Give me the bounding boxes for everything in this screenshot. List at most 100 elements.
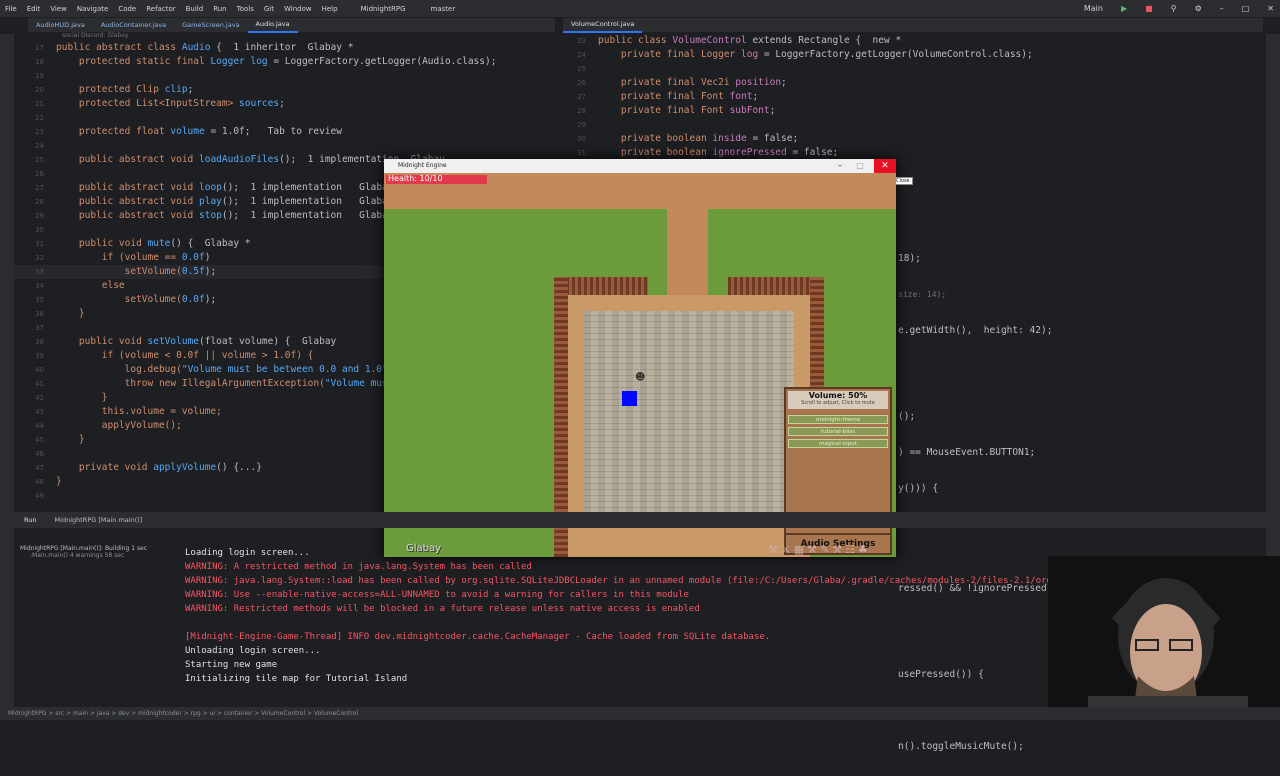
line-number: 18 — [35, 58, 44, 66]
line-number: 30 — [35, 226, 44, 234]
line-number: 32 — [35, 254, 44, 262]
code-line: protected static final Logger log = Logg… — [56, 56, 497, 67]
code-line: protected float volume = 1.0f; Tab to re… — [56, 126, 342, 137]
track-item[interactable]: tutorial-bliss — [788, 427, 888, 436]
menu-refactor[interactable]: Refactor — [141, 5, 180, 13]
maximize-icon[interactable]: □ — [1242, 4, 1250, 13]
line-number: 28 — [35, 198, 44, 206]
streamer-image — [1048, 556, 1280, 720]
line-number: 22 — [35, 114, 44, 122]
stone-texture — [584, 311, 794, 519]
menu-file[interactable]: File — [0, 5, 22, 13]
npc-sprite[interactable]: ☻ — [635, 373, 645, 387]
run-tree-item[interactable]: :Main.main() 4 warnings 58 sec — [30, 552, 175, 559]
menu-git[interactable]: Git — [259, 5, 279, 13]
right-code-lines: public class VolumeControl extends Recta… — [598, 34, 1033, 174]
player-sprite — [622, 391, 637, 406]
audio-settings-panel[interactable]: Volume: 50% Scroll to adjust, Click to m… — [784, 387, 892, 555]
game-window[interactable]: Midnight Engine – □ ✕ Close ☻ Health: 10… — [384, 159, 913, 557]
line-number: 46 — [35, 450, 44, 458]
line-number: 41 — [35, 380, 44, 388]
menu-build[interactable]: Build — [181, 5, 209, 13]
line-number: 26 — [35, 170, 44, 178]
run-tree: MidnightRPG [Main.main()]: Building 1 se… — [20, 545, 175, 559]
line-number: 17 — [35, 44, 44, 52]
run-icon[interactable]: ▶ — [1121, 4, 1127, 13]
left-tool-strip — [0, 34, 14, 707]
menu-bar: File Edit View Navigate Code Refactor Bu… — [0, 0, 1280, 17]
game-viewport[interactable]: ☻ Health: 10/10 Volume: 50% Scroll to ad… — [384, 173, 896, 557]
tab-audiocontainer[interactable]: AudioContainer.java — [93, 18, 174, 32]
menu-help[interactable]: Help — [317, 5, 343, 13]
track-item[interactable]: midnight-theme — [788, 415, 888, 424]
menu-tools[interactable]: Tools — [232, 5, 259, 13]
line-number: 31 — [577, 149, 586, 157]
close-button[interactable]: ✕ — [874, 159, 896, 173]
game-titlebar[interactable]: Midnight Engine – □ ✕ — [384, 159, 896, 173]
maximize-icon[interactable]: □ — [852, 159, 868, 173]
console-line: WARNING: Use --enable-native-access=ALL-… — [185, 590, 689, 600]
line-number: 47 — [35, 464, 44, 472]
branch-selector[interactable]: master — [426, 5, 461, 13]
line-number: 30 — [577, 135, 586, 143]
line-number: 37 — [35, 324, 44, 332]
tab-gamescreen[interactable]: GameScreen.java — [174, 18, 247, 32]
tab-volumecontrol[interactable]: VolumeControl.java — [563, 17, 643, 33]
menu-code[interactable]: Code — [113, 5, 141, 13]
console-line: Loading login screen... — [185, 548, 310, 558]
line-number: 28 — [577, 107, 586, 115]
menu-edit[interactable]: Edit — [22, 5, 46, 13]
run-tab[interactable]: Run — [24, 516, 36, 524]
menu-view[interactable]: View — [45, 5, 72, 13]
line-number: 25 — [577, 65, 586, 73]
close-icon[interactable]: ✕ — [1267, 4, 1274, 13]
run-config-tab[interactable]: MidnightRPG [Main.main()] — [55, 516, 143, 524]
run-toolbar: Run MidnightRPG [Main.main()] — [0, 512, 1280, 528]
menu-navigate[interactable]: Navigate — [72, 5, 113, 13]
console-line: Starting new game — [185, 660, 278, 670]
line-number: 39 — [35, 352, 44, 360]
menu-window[interactable]: Window — [279, 5, 317, 13]
breadcrumb: social Discord: Glabay — [62, 32, 129, 39]
code-line: private final Font subFont; — [598, 105, 776, 116]
tab-audio[interactable]: Audio.java — [247, 17, 298, 33]
volume-control[interactable]: Volume: 50% Scroll to adjust, Click to m… — [788, 391, 888, 409]
line-number: 29 — [35, 212, 44, 220]
line-number: 49 — [35, 492, 44, 500]
volume-hint: Scroll to adjust, Click to mute — [801, 400, 875, 406]
code-line: public abstract class Audio { 1 inherito… — [56, 42, 354, 53]
console-line: WARNING: A restricted method in java.lan… — [185, 562, 532, 572]
fence — [810, 277, 824, 397]
project-selector[interactable]: MidnightRPG — [361, 5, 406, 13]
code-fragment: n().toggleMusicMute(); — [898, 741, 1024, 752]
code-line: private final Font font; — [598, 91, 759, 102]
console-output[interactable]: Loading login screen... WARNING: A restri… — [185, 546, 1074, 686]
line-number: 20 — [35, 86, 44, 94]
console-line: [Midnight-Engine-Game-Thread] INFO dev.m… — [185, 632, 771, 642]
track-item[interactable]: magical-input — [788, 439, 888, 448]
tab-audiohud[interactable]: AudioHUD.java — [28, 18, 93, 32]
run-tree-item[interactable]: MidnightRPG [Main.main()]: Building 1 se… — [20, 545, 175, 552]
console-line: WARNING: Restricted methods will be bloc… — [185, 604, 700, 614]
stop-icon[interactable]: ■ — [1145, 4, 1153, 13]
gear-icon[interactable]: ⚙ — [1195, 4, 1202, 13]
line-number: 21 — [35, 100, 44, 108]
code-line: private boolean ignorePressed = false; — [598, 147, 839, 158]
run-config-selector[interactable]: Main — [1084, 4, 1103, 13]
menu-run[interactable]: Run — [208, 5, 231, 13]
code-line: protected Clip clip; — [56, 84, 194, 95]
health-text: Health: 10/10 — [388, 174, 443, 183]
line-number: 43 — [35, 408, 44, 416]
line-number: 40 — [35, 366, 44, 374]
minimize-icon[interactable]: – — [832, 159, 848, 173]
search-icon[interactable]: ⚲ — [1171, 4, 1177, 13]
fence — [554, 277, 648, 295]
code-fragment: e.getWidth(), height: 42); — [898, 325, 1053, 336]
code-line: protected List<InputStream> sources; — [56, 98, 285, 109]
minimize-icon[interactable]: – — [1220, 4, 1224, 13]
